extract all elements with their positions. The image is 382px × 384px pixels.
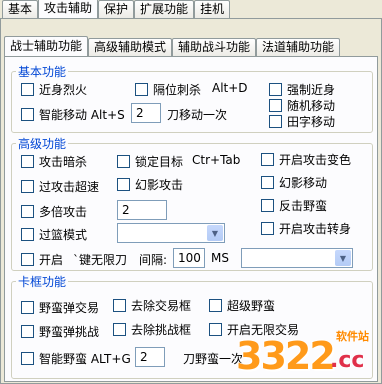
remove-trade-checkbox[interactable]: 去除交易框	[113, 297, 191, 314]
savage-challenge-checkbox[interactable]: 野蛮弹挑战	[21, 323, 99, 340]
chevron-down-icon[interactable]: ▼	[335, 250, 351, 266]
interval-input[interactable]: 100	[173, 248, 205, 268]
force-close-checkbox[interactable]: 强制近身	[269, 81, 335, 98]
filter-mode-select[interactable]: ▼	[117, 223, 225, 243]
tab-combat-assist[interactable]: 辅助战斗功能	[172, 38, 257, 56]
tab-advanced-mode[interactable]: 高级辅助模式	[88, 38, 173, 56]
fire-checkbox[interactable]: 近身烈火	[21, 81, 87, 98]
tab-mage-assist[interactable]: 法道辅助功能	[256, 38, 341, 56]
attack-color-checkbox[interactable]: 开启攻击变色	[261, 151, 351, 168]
lock-hotkey: Ctr+Tab	[192, 153, 241, 167]
unlimited-knife-checkbox[interactable]: 开启	[21, 251, 63, 268]
interval-key-select[interactable]: ▼	[241, 248, 353, 268]
tab-warrior-assist[interactable]: 战士辅助功能	[4, 36, 89, 56]
teleport-cut-checkbox[interactable]: 隔位刺杀	[135, 81, 201, 98]
lock-target-checkbox[interactable]: 锁定目标	[117, 153, 183, 170]
knife-savage-label: 刀野蛮一次	[183, 352, 244, 366]
basic-legend: 基本功能	[18, 65, 67, 79]
tab-basic[interactable]: 基本	[2, 0, 39, 18]
teleport-hotkey: Alt+D	[212, 81, 248, 95]
random-move-checkbox[interactable]: 随机移动	[269, 97, 335, 114]
smart-move-input[interactable]: 2	[131, 103, 161, 123]
chevron-down-icon[interactable]: ▼	[207, 225, 223, 241]
advanced-legend: 高级功能	[18, 137, 67, 151]
knife-move-label: 刀移动一次	[167, 108, 228, 122]
multi-attack-input[interactable]: 2	[117, 200, 167, 220]
smart-savage-checkbox[interactable]: 智能野蛮 ALT+G	[21, 350, 131, 367]
multi-attack-checkbox[interactable]: 多倍攻击	[21, 203, 87, 220]
stuck-legend: 卡框功能	[18, 275, 67, 289]
phantom-attack-checkbox[interactable]: 幻影攻击	[117, 176, 183, 193]
sub-tabbar: 战士辅助功能 高级辅助模式 辅助战斗功能 法道辅助功能	[4, 36, 341, 56]
phantom-move-checkbox[interactable]: 幻影移动	[261, 174, 327, 191]
savage-trade-checkbox[interactable]: 野蛮弹交易	[21, 299, 99, 316]
tab-extend[interactable]: 扩展功能	[134, 0, 195, 18]
counter-savage-checkbox[interactable]: 反击野蛮	[261, 197, 327, 214]
ms-label: MS	[211, 251, 229, 265]
watermark-site: 软件站	[336, 330, 369, 343]
main-tabbar: 基本 攻击辅助 保护 扩展功能 挂机	[2, 0, 231, 18]
attack-turn-checkbox[interactable]: 开启攻击转身	[261, 220, 351, 237]
watermark-brand: 3322	[236, 334, 336, 378]
watermark-tld: .cc	[330, 348, 365, 373]
tab-attack-assist[interactable]: 攻击辅助	[38, 0, 99, 18]
smart-savage-input[interactable]: 2	[135, 347, 165, 367]
super-savage-checkbox[interactable]: 超级野蛮	[209, 297, 275, 314]
unlimited-knife-label: `键无限刀	[73, 253, 128, 267]
overspeed-checkbox[interactable]: 过攻击超速	[21, 178, 99, 195]
filter-mode-checkbox[interactable]: 过篮模式	[21, 226, 87, 243]
interval-label: 间隔:	[139, 253, 168, 267]
remove-challenge-checkbox[interactable]: 去除挑战框	[113, 321, 191, 338]
smart-move-checkbox[interactable]: 智能移动 Alt+S	[21, 106, 125, 123]
tab-afk[interactable]: 挂机	[194, 0, 231, 18]
tab-protect[interactable]: 保护	[98, 0, 135, 18]
tian-move-checkbox[interactable]: 田字移动	[269, 113, 335, 130]
attack-stealth-checkbox[interactable]: 攻击暗杀	[21, 153, 87, 170]
